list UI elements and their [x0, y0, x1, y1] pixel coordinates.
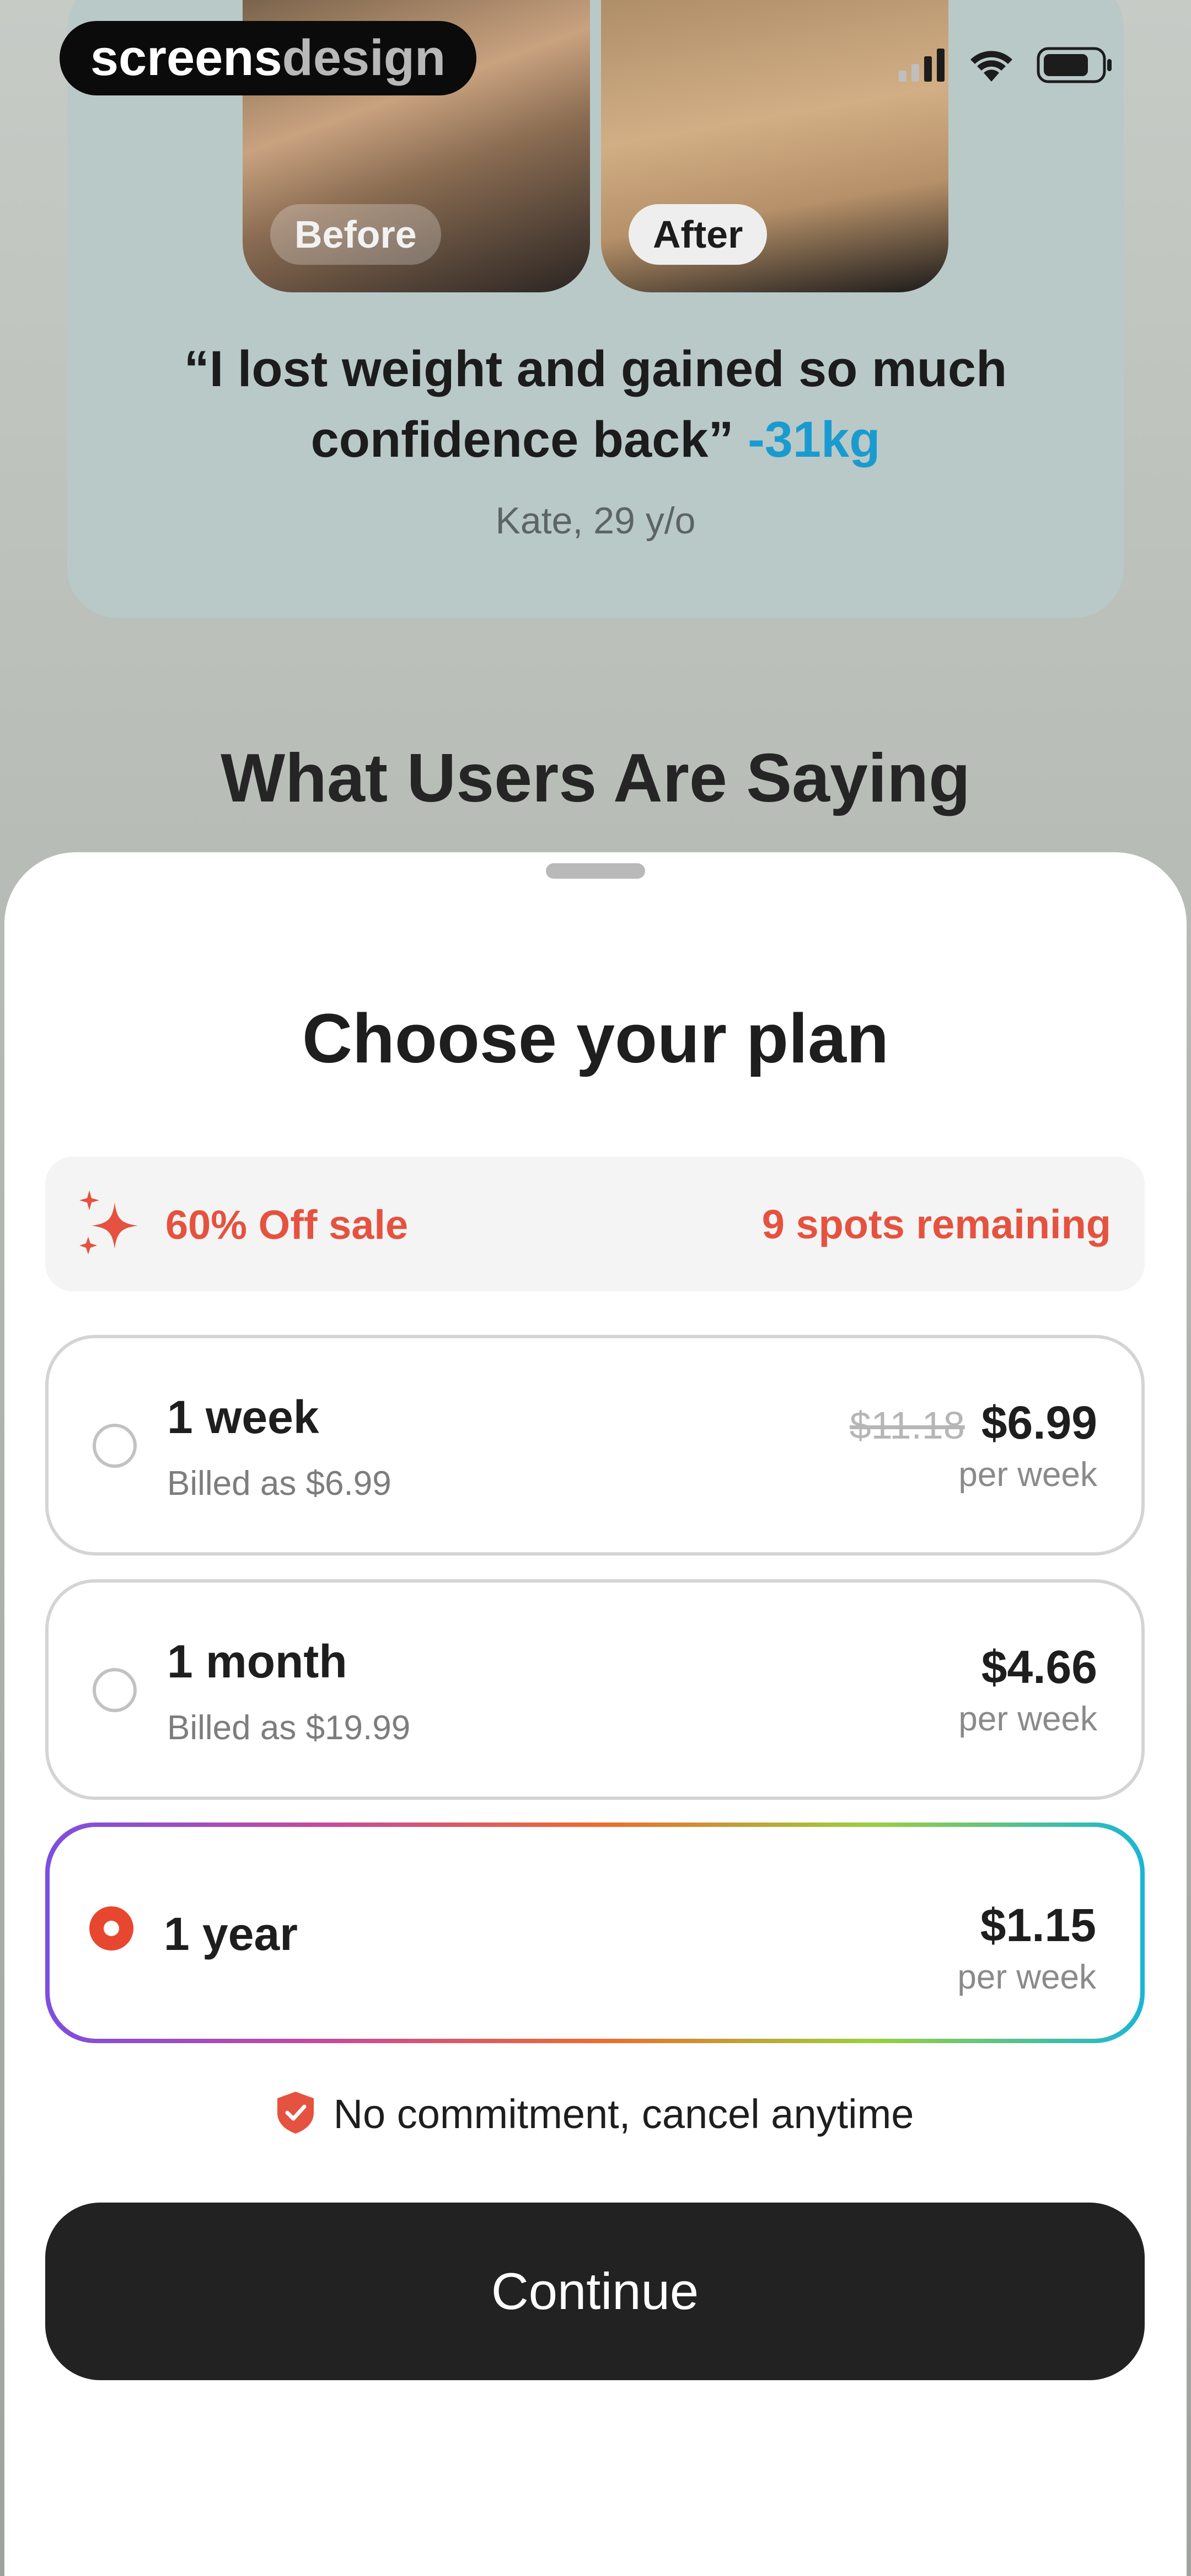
- sheet-drag-handle[interactable]: [546, 863, 645, 879]
- sale-info: 60% Off sale: [77, 1186, 408, 1263]
- after-photo: After: [601, 0, 948, 292]
- price: $4.66: [981, 1641, 1097, 1693]
- plan-billed: Billed as $6.99: [167, 1465, 391, 1503]
- plan-price: $11.18 $6.99 per week: [850, 1396, 1097, 1494]
- before-label: Before: [270, 204, 441, 265]
- plan-name: 1 month: [167, 1636, 347, 1687]
- testimonial-quote: “I lost weight and gained so much confid…: [110, 334, 1081, 475]
- brand-part-2: design: [282, 30, 446, 86]
- section-title: What Users Are Saying: [221, 740, 970, 816]
- radio-selected[interactable]: [89, 1906, 133, 1950]
- plan-price: $4.66 per week: [958, 1640, 1097, 1739]
- plan-option-week[interactable]: 1 week Billed as $6.99 $11.18 $6.99 per …: [45, 1335, 1145, 1556]
- commitment-text: No commitment, cancel anytime: [333, 2091, 914, 2137]
- price-period: per week: [958, 1456, 1097, 1494]
- signal-icon: [899, 48, 946, 84]
- commitment-note: No commitment, cancel anytime: [0, 2091, 1191, 2137]
- plan-billed: Billed as $19.99: [167, 1709, 411, 1747]
- weight-loss-result: -31kg: [748, 411, 881, 468]
- old-price: $11.18: [849, 1404, 965, 1447]
- wifi-icon: [969, 49, 1013, 84]
- plan-option-month[interactable]: 1 month Billed as $19.99 $4.66 per week: [45, 1579, 1145, 1800]
- after-label: After: [629, 204, 768, 265]
- testimonial-author: Kate, 29 y/o: [495, 500, 696, 542]
- radio-unselected[interactable]: [93, 1424, 137, 1468]
- plan-title: Choose your plan: [302, 1000, 889, 1077]
- shield-check-icon: [277, 2092, 314, 2136]
- sale-label: 60% Off sale: [165, 1201, 409, 1248]
- price: $6.99: [981, 1397, 1097, 1449]
- price-period: per week: [958, 1700, 1097, 1738]
- continue-button[interactable]: Continue: [45, 2203, 1145, 2380]
- plan-name: 1 year: [164, 1908, 298, 1960]
- plan-name: 1 week: [167, 1391, 319, 1443]
- plan-option-year-inner[interactable]: 1 year $1.15 per week: [50, 1827, 1140, 2039]
- plan-price: $1.15 per week: [957, 1899, 1096, 1997]
- status-bar: [899, 39, 1114, 94]
- radio-unselected[interactable]: [93, 1668, 137, 1712]
- sparkle-icon: [77, 1190, 143, 1259]
- plan-option-year[interactable]: 1 year $1.15 per week: [45, 1823, 1145, 2043]
- quote-text: “I lost weight and gained so much confid…: [184, 341, 1007, 468]
- price: $1.15: [980, 1899, 1096, 1951]
- price-period: per week: [957, 1958, 1096, 1996]
- radio-dot: [104, 1921, 119, 1936]
- battery-icon: [1037, 47, 1114, 86]
- brand-logo: screensdesign: [60, 21, 476, 95]
- brand-part-1: screens: [90, 30, 282, 86]
- spots-remaining: 9 spots remaining: [761, 1201, 1111, 1247]
